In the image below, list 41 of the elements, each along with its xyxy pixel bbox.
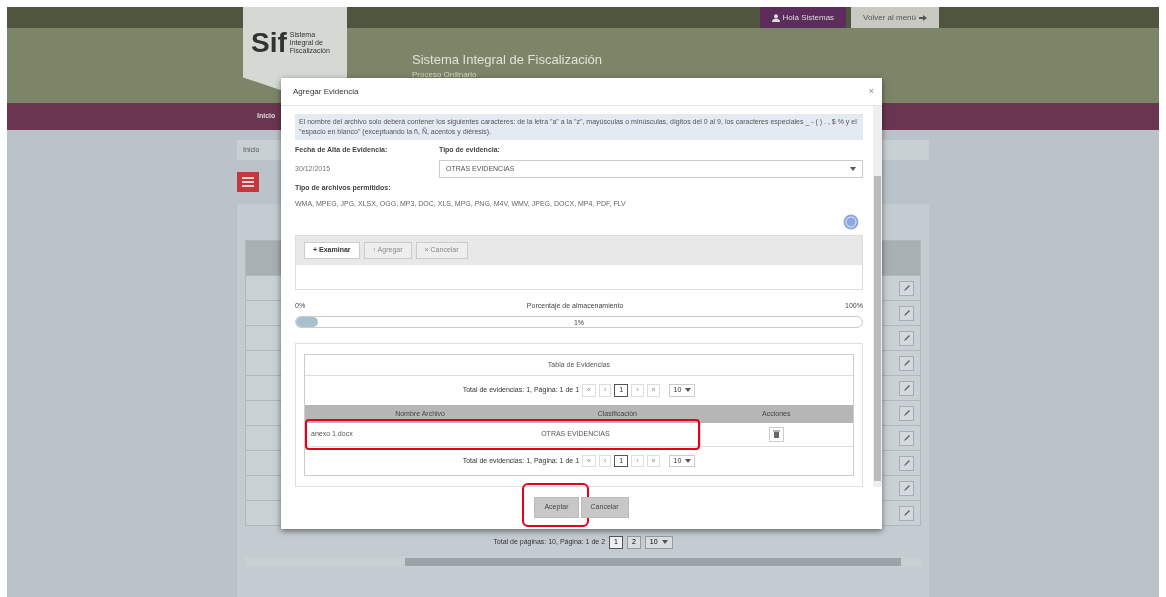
vertical-scrollbar[interactable] (873, 106, 882, 487)
pencil-icon (902, 459, 911, 467)
help-icon (843, 214, 859, 231)
edit-button[interactable] (899, 355, 914, 371)
pencil-icon (902, 384, 911, 392)
modal-title: Agregar Evidencia (293, 85, 359, 98)
app-title: Sistema Integral de Fiscalización (412, 50, 603, 69)
edit-button[interactable] (899, 480, 914, 496)
logo-letters: Sif (251, 29, 287, 57)
edit-button[interactable] (899, 505, 914, 521)
menu-icon (242, 177, 254, 187)
pencil-icon (902, 359, 911, 367)
drop-zone[interactable] (296, 264, 862, 289)
close-button[interactable]: × (868, 84, 874, 99)
menu-button[interactable] (237, 172, 259, 192)
horizontal-scrollbar[interactable] (245, 556, 921, 567)
exit-icon (919, 13, 927, 22)
user-menu-button[interactable]: Hola Sistemas (759, 7, 847, 28)
user-icon (771, 13, 780, 22)
caret-icon (661, 540, 668, 545)
pencil-icon (902, 284, 911, 292)
edit-button[interactable] (899, 280, 914, 296)
edit-button[interactable] (899, 430, 914, 446)
pencil-icon (902, 409, 911, 417)
edit-button[interactable] (899, 330, 914, 346)
caret-icon (850, 166, 856, 171)
pencil-icon (902, 309, 911, 317)
delete-button[interactable] (769, 426, 785, 442)
pencil-icon (902, 334, 911, 342)
edit-button[interactable] (899, 380, 914, 396)
edit-button[interactable] (899, 405, 914, 421)
caret-icon (685, 458, 692, 463)
caret-icon (685, 388, 692, 393)
back-to-menu-button[interactable]: Volver al menú (851, 7, 939, 28)
app-subtitle: Proceso Ordinario (412, 69, 478, 82)
trash-icon (773, 430, 781, 439)
pencil-icon (902, 434, 911, 442)
edit-button[interactable] (899, 305, 914, 321)
edit-button[interactable] (899, 455, 914, 471)
pencil-icon (902, 484, 911, 492)
pencil-icon (902, 509, 911, 517)
